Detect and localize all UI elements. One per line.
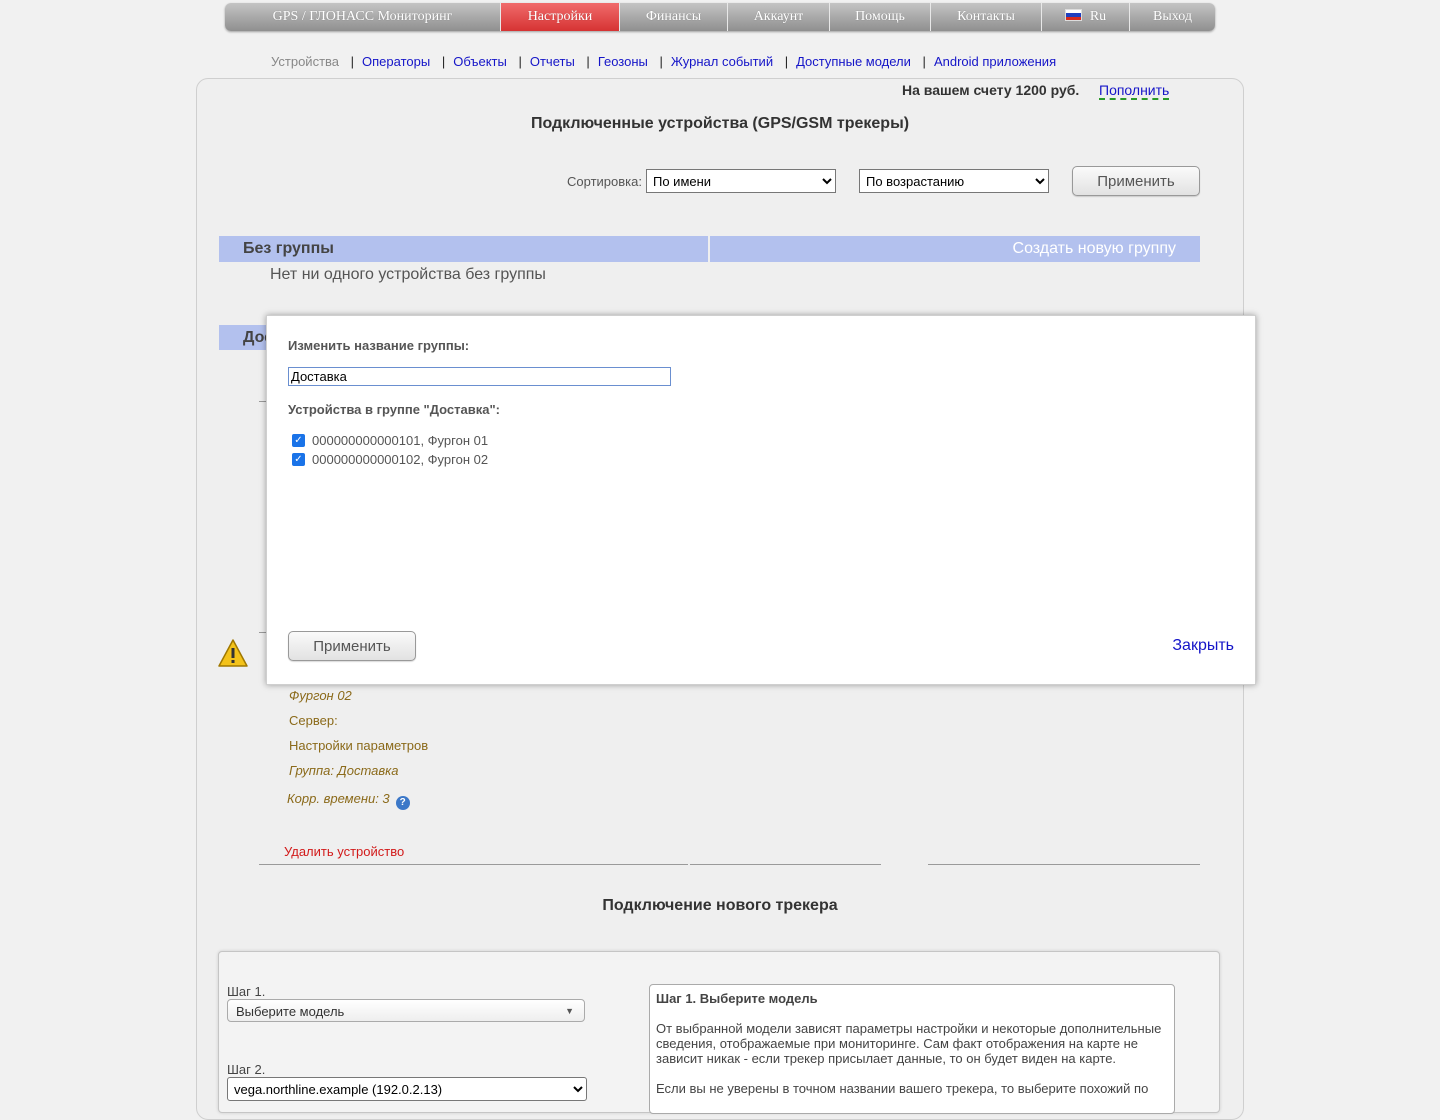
empty-group-message: Нет ни одного устройства без группы [270,266,546,283]
chevron-down-icon: ▼ [565,1006,574,1016]
subnav-operators[interactable]: Операторы [362,54,430,69]
create-group-button[interactable]: Создать новую группу [710,236,1200,262]
nav-language-label: Ru [1089,9,1107,24]
subnav-objects[interactable]: Объекты [453,54,507,69]
edit-group-dialog: Изменить название группы: Устройства в г… [266,315,1256,685]
group-name-input[interactable] [288,367,671,386]
sort-order-select[interactable]: По возрастанию [859,169,1049,193]
step-info-box: Шаг 1. Выберите модель От выбранной моде… [649,984,1175,1114]
device-checkbox-row[interactable]: ✓ 000000000000101, Фургон 01 [292,433,488,448]
account-balance: На вашем счету 1200 руб. [902,82,1080,98]
top-navigation: GPS / ГЛОНАСС Мониторинг Настройки Финан… [225,3,1215,31]
dialog-apply-button[interactable]: Применить [288,631,416,661]
nav-logout[interactable]: Выход [1130,3,1215,31]
sort-apply-button[interactable]: Применить [1072,166,1200,196]
device-checkbox-label: 000000000000102, Фургон 02 [312,452,489,467]
info-paragraph-2: Если вы не уверены в точном названии ваш… [656,1081,1149,1096]
device-name[interactable]: Фургон 02 [289,688,352,703]
sort-label: Сортировка: [567,174,642,189]
topup-link[interactable]: Пополнить [1099,82,1170,100]
nav-help[interactable]: Помощь [830,3,931,31]
device-server: Сервер: [289,713,338,728]
info-title: Шаг 1. Выберите модель [656,991,818,1006]
info-paragraph-1: От выбранной модели зависят параметры на… [656,1021,1162,1066]
device-params-link[interactable]: Настройки параметров [289,738,428,753]
time-correction-label: Корр. времени: 3 [287,791,390,806]
subnav-android[interactable]: Android приложения [934,54,1056,69]
nav-language[interactable]: Ru [1042,3,1130,31]
subnav-models[interactable]: Доступные модели [796,54,911,69]
subnav-event-log[interactable]: Журнал событий [671,54,773,69]
subnav-reports[interactable]: Отчеты [530,54,575,69]
device-checkbox-label: 000000000000101, Фургон 01 [312,433,489,448]
model-select[interactable]: Выберите модель ▼ [227,999,585,1022]
dialog-close-link[interactable]: Закрыть [1172,637,1234,655]
new-tracker-title: Подключение нового трекера [602,897,838,914]
group-header-ungrouped: Без группы Создать новую группу [219,236,1200,262]
nav-contacts[interactable]: Контакты [931,3,1042,31]
nav-brand[interactable]: GPS / ГЛОНАСС Мониторинг [225,3,501,31]
step1-label: Шаг 1. [227,984,266,999]
sort-field-select[interactable]: По имени [646,169,836,193]
nav-account[interactable]: Аккаунт [728,3,830,31]
device-group[interactable]: Группа: Доставка [289,763,399,778]
sub-navigation: Устройства | Операторы | Объекты | Отчеты |… [271,54,1057,69]
checkbox-checked[interactable]: ✓ [292,453,305,466]
page-title: Подключенные устройства (GPS/GSM трекеры… [530,115,910,132]
help-icon[interactable]: ? [395,796,410,810]
group-title: Без группы [219,236,708,262]
group-devices-label: Устройства в группе "Доставка": [288,402,500,417]
checkbox-checked[interactable]: ✓ [292,434,305,447]
device-time-correction[interactable]: Корр. времени: 3? [287,791,410,810]
subnav-geozones[interactable]: Геозоны [598,54,648,69]
subnav-current: Устройства [271,54,340,69]
russia-flag-icon [1064,9,1082,21]
device-checkbox-row[interactable]: ✓ 000000000000102, Фургон 02 [292,452,488,467]
step2-label: Шаг 2. [227,1062,266,1077]
warning-icon [218,639,248,667]
nav-settings[interactable]: Настройки [501,3,620,31]
rename-group-label: Изменить название группы: [288,338,470,353]
model-select-value: Выберите модель [236,1004,345,1019]
delete-device-button[interactable]: Удалить устройство [284,844,404,859]
server-select[interactable]: vega.northline.example (192.0.2.13) [227,1077,587,1101]
nav-finance[interactable]: Финансы [620,3,728,31]
